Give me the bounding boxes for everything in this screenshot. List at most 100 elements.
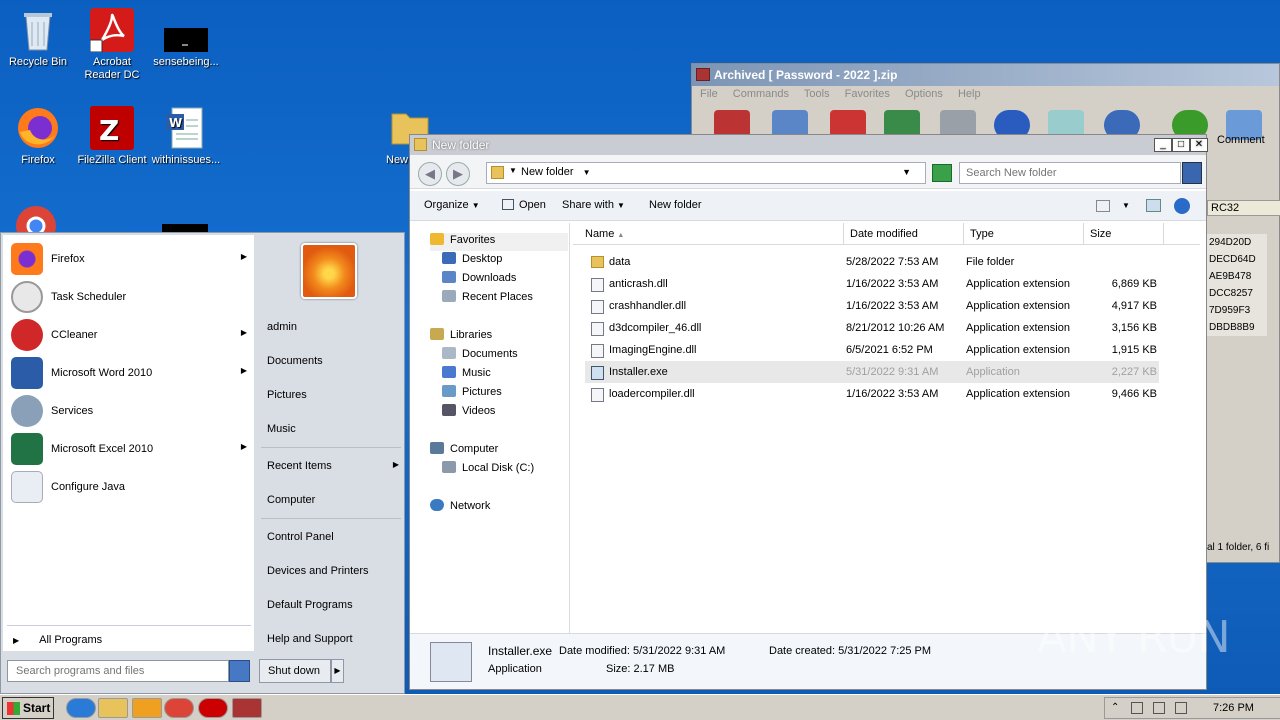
zip-menu-favorites[interactable]: Favorites [845,88,890,100]
breadcrumb-arrow-icon[interactable]: ▼ [509,166,517,175]
start-item-firefox[interactable]: Firefox ▶ [11,243,251,275]
network-icon[interactable] [1153,702,1165,714]
comment-label[interactable]: Comment [1217,134,1265,146]
start-item-ccleaner[interactable]: CCleaner ▶ [11,319,251,351]
search-icon[interactable] [229,660,250,682]
desktop-icon-firefox[interactable]: Firefox [0,106,76,167]
column-type[interactable]: Type [964,223,1084,245]
shut-down-options-button[interactable]: ▶ [331,659,344,683]
address-history-dropdown[interactable]: ▼ [902,167,911,177]
desktop-icon-sensebeing[interactable]: sensebeing... [148,8,224,69]
start-item-task-scheduler[interactable]: Task Scheduler [11,281,251,313]
start-button[interactable]: Start [2,697,54,719]
opera-icon[interactable] [198,698,228,718]
minimize-button[interactable]: _ [1154,138,1172,152]
user-avatar[interactable] [301,243,357,299]
start-item-configure-java[interactable]: Configure Java [11,471,251,503]
submenu-arrow-icon: ▶ [240,252,247,261]
media-player-icon[interactable] [132,698,162,718]
view-dropdown-icon[interactable]: ▼ [1122,201,1130,210]
share-with-button[interactable]: Share with ▼ [562,199,625,211]
clock[interactable]: 7:26 PM [1213,702,1254,714]
column-name[interactable]: Name ▲ [579,223,844,245]
file-row[interactable]: data 5/28/2022 7:53 AM File folder [585,251,1159,273]
file-row[interactable]: loadercompiler.dll 1/16/2022 3:53 AM App… [585,383,1159,405]
explorer-title-bar[interactable]: New folder _ □ ✕ [410,135,1208,155]
zip-menu-commands[interactable]: Commands [733,88,789,100]
breadcrumb[interactable]: New folder [521,166,574,178]
all-programs-button[interactable]: ▶ All Programs [13,634,102,646]
nav-network[interactable]: Network [430,499,490,517]
maximize-button[interactable]: □ [1172,138,1190,152]
desktop-icon-word-doc[interactable]: W withinissues... [148,106,224,167]
zip-menu-file[interactable]: File [700,88,718,100]
submenu-arrow-icon: ▶ [240,328,247,337]
nav-music[interactable]: Music [442,366,491,384]
desktop-icon-acrobat[interactable]: Acrobat Reader DC [74,8,150,82]
start-link-user[interactable]: admin [267,321,297,333]
zip-menu-tools[interactable]: Tools [804,88,830,100]
crc-column-header[interactable]: RC32 [1207,200,1280,216]
show-hidden-icons-icon[interactable]: ⌃ [1111,702,1119,713]
forward-button[interactable]: ▶ [446,162,470,186]
back-button[interactable]: ◀ [418,162,442,186]
nav-favorites[interactable]: Favorites [430,233,568,251]
start-link-help-support[interactable]: Help and Support [267,633,353,645]
address-bar[interactable]: ▼ New folder ▼ ▼ [486,162,926,184]
file-row[interactable]: anticrash.dll 1/16/2022 3:53 AM Applicat… [585,273,1159,295]
explorer-icon[interactable] [98,698,128,718]
desktop-icon-recycle-bin[interactable]: Recycle Bin [0,8,76,69]
open-button[interactable]: Open [502,199,546,211]
start-item-excel[interactable]: Microsoft Excel 2010 ▶ [11,433,251,465]
zip-menu-help[interactable]: Help [958,88,981,100]
file-row[interactable]: ImagingEngine.dll 6/5/2021 6:52 PM Appli… [585,339,1159,361]
view-options-icon[interactable] [1096,200,1110,212]
nav-downloads[interactable]: Downloads [442,271,516,289]
start-item-word[interactable]: Microsoft Word 2010 ▶ [11,357,251,389]
nav-pictures[interactable]: Pictures [442,385,502,403]
file-row-selected[interactable]: Installer.exe 5/31/2022 9:31 AM Applicat… [585,361,1159,383]
chevron-down-icon[interactable]: ▼ [583,168,591,177]
start-link-documents[interactable]: Documents [267,355,323,367]
winrar-icon[interactable] [232,698,262,718]
column-size[interactable]: Size [1084,223,1164,245]
nav-documents[interactable]: Documents [442,347,518,365]
start-link-default-programs[interactable]: Default Programs [267,599,353,611]
desktop-icon-filezilla[interactable]: Z FileZilla Client [74,106,150,167]
file-row[interactable]: d3dcompiler_46.dll 8/21/2012 10:26 AM Ap… [585,317,1159,339]
start-link-computer[interactable]: Computer [267,494,315,506]
nav-desktop[interactable]: Desktop [442,252,502,270]
new-folder-button[interactable]: New folder [649,199,702,211]
zip-title-bar[interactable]: Archived [ Password - 2022 ].zip [692,64,1279,86]
start-link-music[interactable]: Music [267,423,296,435]
start-link-recent-items[interactable]: Recent Items ▶ [267,460,399,472]
nav-recent-places[interactable]: Recent Places [442,290,533,308]
chrome-icon[interactable] [164,698,194,718]
start-item-services[interactable]: Services [11,395,251,427]
column-date-modified[interactable]: Date modified [844,223,964,245]
close-button[interactable]: ✕ [1190,138,1208,152]
flag-icon[interactable] [1175,702,1187,714]
zip-menu-options[interactable]: Options [905,88,943,100]
start-search-input[interactable] [7,660,229,682]
nav-libraries[interactable]: Libraries [430,328,492,346]
refresh-icon[interactable] [932,164,952,182]
volume-icon[interactable] [1131,702,1143,714]
organize-button[interactable]: Organize ▼ [424,199,480,211]
desktop-icon-label: Recycle Bin [8,56,68,68]
chrome-icon[interactable] [14,204,58,232]
nav-local-disk[interactable]: Local Disk (C:) [442,461,534,479]
search-input[interactable] [959,162,1181,184]
nav-computer[interactable]: Computer [430,442,498,460]
start-link-pictures[interactable]: Pictures [267,389,307,401]
start-link-devices-printers[interactable]: Devices and Printers [267,565,369,577]
start-link-control-panel[interactable]: Control Panel [267,531,334,543]
ie-icon[interactable] [66,698,96,718]
shut-down-button[interactable]: Shut down [259,659,331,683]
help-icon[interactable] [1174,198,1190,214]
search-icon[interactable] [1182,162,1202,184]
preview-pane-icon[interactable] [1146,199,1161,212]
file-row[interactable]: crashhandler.dll 1/16/2022 3:53 AM Appli… [585,295,1159,317]
zip-status-text: al 1 folder, 6 fi [1207,542,1270,553]
nav-videos[interactable]: Videos [442,404,495,422]
